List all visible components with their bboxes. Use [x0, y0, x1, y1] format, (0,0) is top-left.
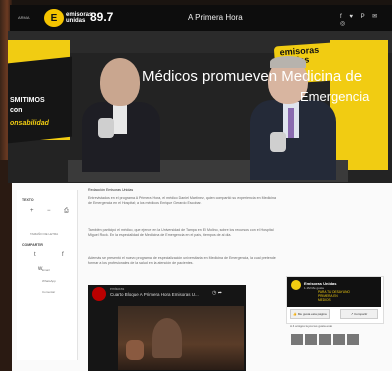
friend-avatar[interactable]: [333, 334, 345, 345]
article-paragraph: También participó el médico, que ejerce …: [88, 228, 274, 237]
social-links-icons[interactable]: f ♥ P ✉ ◎: [340, 13, 392, 27]
article-headline-continued: Emergencia: [300, 89, 370, 104]
whatsapp-share-link[interactable]: WhatsApp: [42, 279, 56, 283]
video-title[interactable]: Cuarto Bloque A Primera Hora Emisoras U.…: [110, 292, 199, 297]
banner-line-2: con: [10, 107, 23, 114]
brand-name-bottom: unidas: [66, 18, 86, 24]
twitter-share-icon[interactable]: t: [34, 252, 36, 258]
article-byline: Redacción Emisoras Unidas: [88, 188, 134, 192]
increase-text-icon[interactable]: +: [30, 208, 34, 214]
comment-link[interactable]: Comentar: [42, 290, 55, 294]
banner-line-3: onsabilidad: [10, 120, 49, 127]
video-channel-name[interactable]: emisoras: [110, 287, 124, 291]
friend-avatar[interactable]: [347, 334, 359, 345]
article-headline: Médicos promueven Medicina de: [142, 68, 363, 85]
like-page-button[interactable]: 👍 Me gusta esta página: [290, 309, 330, 319]
share-sidebar: [17, 190, 78, 360]
decrease-text-icon[interactable]: −: [47, 208, 51, 214]
microphone-left-icon: [98, 118, 114, 138]
video-thumbnail-detail: [126, 340, 144, 360]
share-label: COMPARTIR: [22, 243, 43, 247]
friends-like-caption: A 4 amigos tuyos les gusta esto: [290, 324, 333, 328]
text-size-label: TEXTO: [22, 198, 34, 202]
article-paragraph: Además se presentó el nuevo programa de …: [88, 256, 276, 265]
microphone-right-icon: [270, 132, 286, 152]
guest-right-hair: [270, 56, 306, 68]
video-thumbnail-person: [152, 318, 182, 358]
brand-name[interactable]: emisoras unidas: [66, 12, 92, 24]
guest-right-tie: [288, 108, 294, 138]
email-share-link[interactable]: Email: [42, 268, 50, 272]
guest-left-shirt: [113, 104, 127, 134]
channel-avatar[interactable]: [92, 287, 106, 301]
friend-avatar[interactable]: [291, 334, 303, 345]
font-size-caption: TAMAÑO DE LETRA: [30, 232, 59, 236]
widget-logo-icon: [291, 280, 301, 290]
watch-later-share-icon[interactable]: ◷ ➦: [212, 290, 222, 296]
share-page-button[interactable]: ↗ Compartir: [340, 309, 378, 319]
friend-avatars: [291, 332, 361, 350]
program-title[interactable]: A Primera Hora: [188, 13, 243, 22]
brand-prefix: ARMA: [18, 15, 30, 20]
friend-avatar[interactable]: [319, 334, 331, 345]
print-icon[interactable]: ⎙: [64, 208, 69, 215]
brand-logo-icon[interactable]: E: [44, 9, 64, 27]
banner-line-1: SMITIMOS: [10, 97, 45, 104]
article-paragraph: Entrevistados en el programa A Primera H…: [88, 196, 276, 205]
promo-line-3: MEDIOS: [318, 298, 331, 302]
facebook-share-icon[interactable]: f: [62, 252, 64, 258]
guest-left-head: [100, 58, 140, 106]
brand-frequency[interactable]: 89.7: [90, 10, 113, 24]
widget-promo-text: PARA TU DESAYUNO PRIMERA EN MEDIOS: [318, 290, 350, 302]
friend-avatar[interactable]: [305, 334, 317, 345]
banner-text-left: SMITIMOS con: [10, 96, 45, 116]
